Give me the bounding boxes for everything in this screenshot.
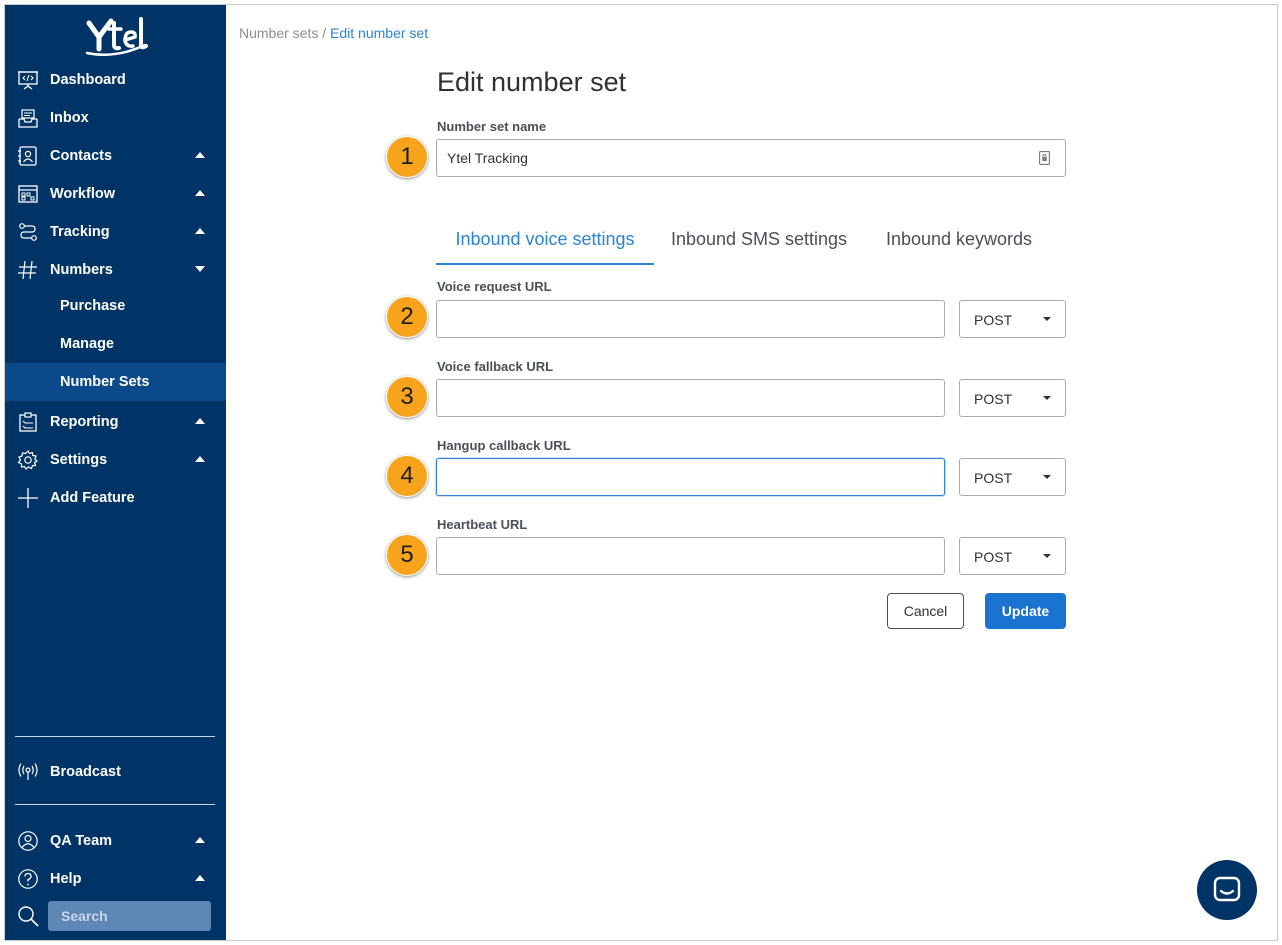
breadcrumb-parent-link[interactable]: Number sets [239, 25, 318, 41]
sidebar-subitem-label: Number Sets [60, 374, 150, 390]
sidebar-item-label: Add Feature [50, 490, 135, 506]
sidebar-item-tracking[interactable]: Tracking [5, 213, 226, 251]
voice-request-method-select[interactable]: POST [959, 300, 1066, 338]
update-button[interactable]: Update [985, 593, 1066, 629]
sidebar-divider [15, 736, 215, 737]
step-badge: 2 [386, 296, 428, 338]
breadcrumb: Number sets / Edit number set [239, 25, 428, 41]
step-badge: 4 [386, 455, 428, 497]
breadcrumb-separator: / [322, 25, 327, 41]
chevron-up-icon[interactable] [195, 228, 205, 234]
voice-fallback-method-select[interactable]: POST [959, 379, 1066, 417]
sidebar-item-dashboard[interactable]: Dashboard [5, 61, 226, 99]
heartbeat-url-input[interactable] [436, 537, 945, 575]
inbox-icon [18, 109, 38, 128]
chevron-up-icon[interactable] [195, 875, 205, 881]
plus-icon [18, 488, 38, 508]
caret-down-icon [1043, 317, 1051, 321]
app-window: Dashboard Inbox Contacts Workflow Tracki… [4, 4, 1278, 941]
step-badge: 5 [386, 534, 428, 576]
caret-down-icon [1043, 554, 1051, 558]
page-title: Edit number set [437, 67, 627, 97]
sidebar-item-label: Numbers [50, 262, 113, 278]
user-icon [18, 831, 38, 851]
workflow-icon [18, 185, 38, 203]
voice-fallback-url-input[interactable] [436, 379, 945, 417]
sidebar-item-label: Dashboard [50, 72, 126, 88]
chevron-up-icon[interactable] [195, 152, 205, 158]
select-value: POST [974, 312, 1013, 328]
sidebar-item-label: Settings [50, 452, 108, 468]
hash-icon [18, 260, 37, 280]
chat-launcher-button[interactable] [1197, 860, 1257, 920]
sidebar-item-add-feature[interactable]: Add Feature [5, 479, 226, 517]
chevron-up-icon[interactable] [195, 190, 205, 196]
dashboard-icon [18, 71, 38, 90]
sidebar-item-label: Broadcast [50, 764, 121, 780]
sidebar-item-reporting[interactable]: Reporting [5, 403, 226, 441]
sidebar: Dashboard Inbox Contacts Workflow Tracki… [5, 5, 226, 940]
tab-inbound-sms-settings[interactable]: Inbound SMS settings [666, 219, 852, 265]
sidebar-item-workflow[interactable]: Workflow [5, 175, 226, 213]
voice-request-url-input[interactable] [436, 300, 945, 338]
chevron-up-icon[interactable] [195, 418, 205, 424]
sidebar-item-inbox[interactable]: Inbox [5, 99, 226, 137]
contacts-icon [18, 146, 37, 166]
hangup-callback-method-select[interactable]: POST [959, 458, 1066, 496]
ytel-logo[interactable] [85, 15, 149, 57]
chat-icon [1213, 876, 1241, 902]
sidebar-subitem-manage[interactable]: Manage [5, 325, 226, 363]
sidebar-item-numbers[interactable]: Numbers [5, 251, 226, 289]
caret-down-icon [1043, 396, 1051, 400]
settings-tabs: Inbound voice settings Inbound SMS setti… [436, 219, 1066, 265]
caret-down-icon [1043, 475, 1051, 479]
tab-inbound-voice-settings[interactable]: Inbound voice settings [436, 219, 654, 265]
sidebar-subitem-number-sets[interactable]: Number Sets [5, 363, 226, 401]
breadcrumb-current: Edit number set [330, 25, 429, 41]
select-value: POST [974, 391, 1013, 407]
heartbeat-method-select[interactable]: POST [959, 537, 1066, 575]
tab-inbound-keywords[interactable]: Inbound keywords [876, 219, 1042, 265]
sidebar-subitem-label: Manage [60, 336, 114, 352]
number-set-name-label: Number set name [437, 119, 547, 134]
help-icon [18, 869, 38, 889]
sidebar-item-label: Workflow [50, 186, 115, 202]
search-icon[interactable] [17, 905, 39, 927]
password-manager-icon[interactable] [1039, 151, 1050, 165]
sidebar-item-label: Contacts [50, 148, 113, 164]
number-set-name-input[interactable] [436, 139, 1066, 177]
tracking-icon [19, 223, 37, 241]
broadcast-icon [18, 763, 38, 780]
sidebar-divider [15, 804, 215, 805]
hangup-callback-url-input[interactable] [436, 458, 945, 496]
cancel-button[interactable]: Cancel [887, 593, 964, 629]
sidebar-subitem-label: Purchase [60, 298, 126, 314]
gear-icon [17, 450, 39, 470]
select-value: POST [974, 549, 1013, 565]
sidebar-item-help[interactable]: Help [5, 860, 226, 898]
hangup-callback-url-label: Hangup callback URL [437, 438, 571, 453]
sidebar-item-label: Help [50, 871, 82, 887]
sidebar-subitem-purchase[interactable]: Purchase [5, 287, 226, 325]
sidebar-search-input[interactable] [48, 901, 211, 931]
step-badge: 1 [386, 136, 428, 178]
sidebar-item-label: Reporting [50, 414, 119, 430]
sidebar-item-label: Tracking [50, 224, 110, 240]
sidebar-item-label: QA Team [50, 833, 113, 849]
chevron-up-icon[interactable] [195, 837, 205, 843]
voice-fallback-url-label: Voice fallback URL [437, 359, 554, 374]
heartbeat-url-label: Heartbeat URL [437, 517, 528, 532]
voice-request-url-label: Voice request URL [437, 279, 552, 294]
chevron-down-icon[interactable] [195, 266, 205, 272]
select-value: POST [974, 470, 1013, 486]
step-badge: 3 [386, 376, 428, 418]
sidebar-item-contacts[interactable]: Contacts [5, 137, 226, 175]
chevron-up-icon[interactable] [195, 456, 205, 462]
sidebar-item-team[interactable]: QA Team [5, 822, 226, 860]
clipboard-icon [19, 412, 37, 432]
sidebar-item-broadcast[interactable]: Broadcast [5, 753, 226, 791]
sidebar-item-settings[interactable]: Settings [5, 441, 226, 479]
sidebar-item-label: Inbox [50, 110, 89, 126]
